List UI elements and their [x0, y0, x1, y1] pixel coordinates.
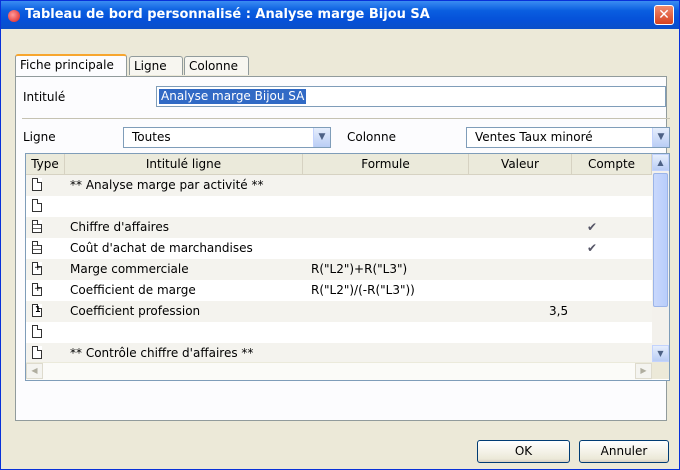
- check-icon: ✔: [587, 220, 598, 234]
- ligne-select[interactable]: Toutes ▼: [123, 127, 331, 148]
- row-label: Chiffre d'affaires: [70, 220, 169, 234]
- scroll-up-icon[interactable]: ▲: [652, 154, 669, 171]
- table-row[interactable]: ** Analyse marge par activité **: [26, 175, 652, 196]
- row-label: Coût d'achat de marchandises: [70, 241, 253, 255]
- check-icon: ✔: [587, 241, 598, 255]
- table-row[interactable]: ** Contrôle chiffre d'affaires **: [26, 343, 652, 364]
- calc-doc-icon: [32, 283, 42, 296]
- scroll-down-icon[interactable]: ▼: [652, 345, 669, 362]
- row-formula: R("L2")/(-R("L3")): [311, 283, 415, 297]
- table-row[interactable]: Coefficient profession 3,5: [26, 301, 652, 322]
- blank-doc-icon: [32, 178, 42, 191]
- intitule-label: Intitulé: [23, 90, 66, 104]
- scroll-right-icon[interactable]: ▶: [635, 363, 652, 379]
- table-row[interactable]: [26, 322, 652, 343]
- blank-doc-icon: [32, 346, 42, 359]
- scroll-thumb[interactable]: [653, 173, 668, 307]
- column-header-intitule[interactable]: Intitulé ligne: [65, 154, 303, 174]
- divider: [22, 118, 670, 119]
- close-button[interactable]: ✕: [654, 5, 674, 25]
- column-header-compte[interactable]: Compte: [572, 154, 652, 174]
- intitule-input[interactable]: Analyse marge Bijou SA: [156, 86, 666, 107]
- column-header-valeur[interactable]: Valeur: [469, 154, 572, 174]
- row-label: ** Contrôle chiffre d'affaires **: [70, 346, 254, 360]
- row-value: 3,5: [549, 304, 569, 318]
- table-header: Type Intitulé ligne Formule Valeur Compt…: [26, 154, 652, 175]
- scroll-corner: [652, 362, 669, 379]
- colonne-select-value: Ventes Taux minoré: [475, 130, 593, 144]
- window-title: Tableau de bord personnalisé : Analyse m…: [25, 7, 430, 22]
- horizontal-scrollbar[interactable]: ◀ ▶: [26, 362, 652, 380]
- row-label: Marge commerciale: [70, 262, 189, 276]
- blank-doc-icon: [32, 325, 42, 338]
- app-icon: [8, 10, 20, 22]
- cancel-button[interactable]: Annuler: [579, 440, 669, 463]
- lines-doc-icon: [32, 241, 42, 254]
- table-row[interactable]: Coût d'achat de marchandises ✔: [26, 238, 652, 259]
- tab-ligne[interactable]: Ligne: [129, 56, 183, 75]
- table-row[interactable]: Coefficient de marge R("L2")/(-R("L3")): [26, 280, 652, 301]
- blank-doc-icon: [32, 199, 42, 212]
- column-header-formule[interactable]: Formule: [303, 154, 469, 174]
- lines-doc-icon: [32, 220, 42, 233]
- column-header-type[interactable]: Type: [26, 154, 65, 174]
- row-label: Coefficient profession: [70, 304, 201, 318]
- row-label: ** Analyse marge par activité **: [70, 178, 264, 192]
- table-row[interactable]: Chiffre d'affaires ✔: [26, 217, 652, 238]
- tab-fiche-principale[interactable]: Fiche principale: [15, 54, 127, 76]
- intitule-value: Analyse marge Bijou SA: [159, 89, 307, 104]
- chevron-down-icon[interactable]: ▼: [313, 128, 330, 147]
- row-formula: R("L2")+R("L3"): [311, 262, 408, 276]
- dialog-window: Tableau de bord personnalisé : Analyse m…: [0, 0, 680, 470]
- vertical-scrollbar[interactable]: ▲ ▼: [652, 154, 669, 362]
- lines-table[interactable]: Type Intitulé ligne Formule Valeur Compt…: [25, 153, 670, 381]
- table-row[interactable]: [26, 196, 652, 217]
- colonne-label: Colonne: [347, 130, 396, 144]
- calc-doc-icon: [32, 262, 42, 275]
- row-label: Coefficient de marge: [70, 283, 196, 297]
- number-doc-icon: [32, 304, 42, 317]
- scroll-left-icon[interactable]: ◀: [26, 363, 43, 379]
- chevron-down-icon[interactable]: ▼: [652, 128, 669, 147]
- ok-button[interactable]: OK: [477, 440, 570, 463]
- ligne-select-value: Toutes: [132, 130, 171, 144]
- ligne-label: Ligne: [23, 130, 56, 144]
- tab-colonne[interactable]: Colonne: [184, 56, 249, 75]
- title-bar[interactable]: Tableau de bord personnalisé : Analyse m…: [1, 1, 679, 29]
- table-row[interactable]: Marge commerciale R("L2")+R("L3"): [26, 259, 652, 280]
- colonne-select[interactable]: Ventes Taux minoré ▼: [466, 127, 670, 148]
